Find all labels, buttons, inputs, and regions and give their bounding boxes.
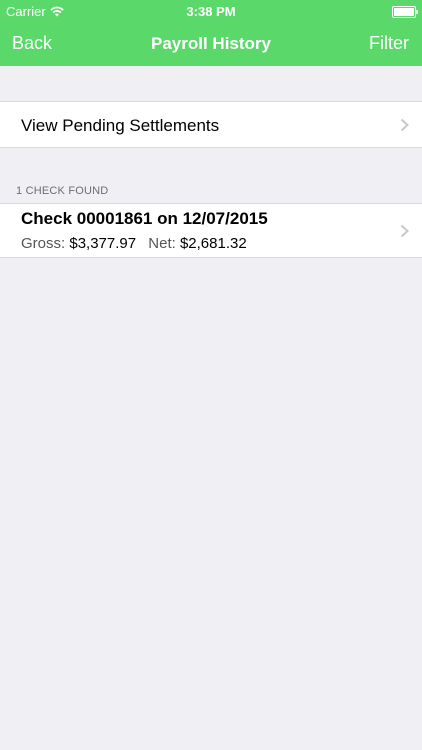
filter-button[interactable]: Filter bbox=[369, 33, 409, 54]
status-time: 3:38 PM bbox=[186, 4, 236, 19]
view-pending-settlements-row[interactable]: View Pending Settlements bbox=[0, 101, 422, 148]
check-row[interactable]: Check 00001861 on 12/07/2015 Gross: $3,3… bbox=[0, 203, 422, 258]
pending-settlements-label: View Pending Settlements bbox=[21, 116, 220, 135]
net-label: Net: bbox=[148, 235, 176, 252]
page-title: Payroll History bbox=[151, 34, 271, 53]
check-title: Check 00001861 on 12/07/2015 bbox=[21, 209, 268, 228]
chevron-right-icon bbox=[400, 118, 409, 132]
battery-icon bbox=[392, 6, 418, 18]
navigation-bar: Back Payroll History Filter bbox=[0, 22, 422, 66]
section-header: 1 CHECK FOUND bbox=[16, 185, 109, 197]
app-header: Carrier 3:38 PM Back Payroll History Fil… bbox=[0, 0, 422, 66]
check-amounts: Gross: $3,377.97 Net: $2,681.32 bbox=[21, 235, 247, 252]
net-value: $2,681.32 bbox=[179, 235, 247, 252]
gross-label: Gross: bbox=[21, 235, 66, 252]
gross-value: $3,377.97 bbox=[69, 235, 137, 252]
status-bar: Carrier 3:38 PM bbox=[0, 0, 422, 22]
chevron-right-icon bbox=[400, 224, 409, 238]
